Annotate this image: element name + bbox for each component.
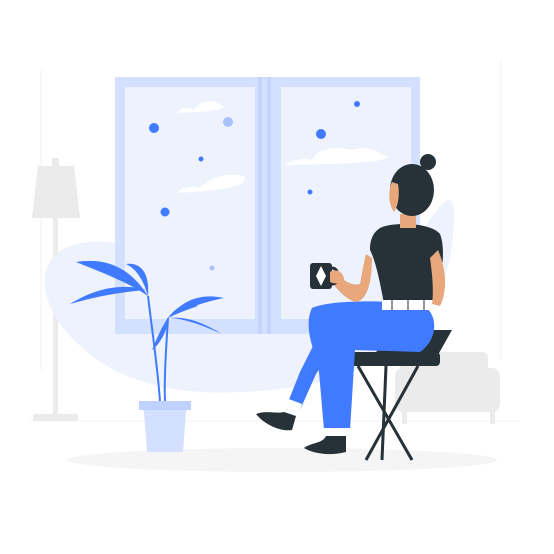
floor-shadow	[67, 448, 497, 472]
window	[115, 77, 420, 334]
illustration	[30, 60, 520, 472]
